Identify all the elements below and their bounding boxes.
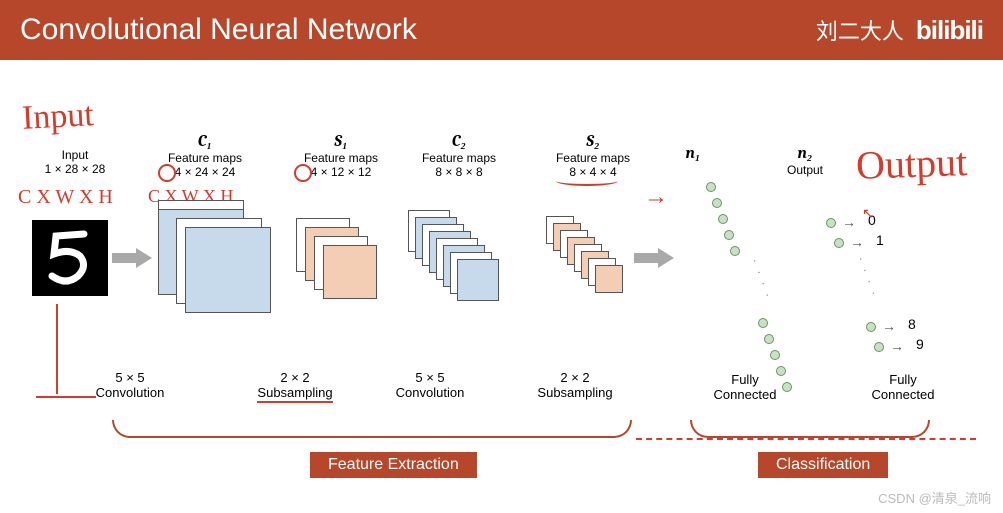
op-fc2: Fully Connected	[858, 372, 948, 402]
op-sub2-size: 2 × 2	[520, 370, 630, 385]
badge-class: Classification	[758, 452, 888, 478]
c2-name: C₂	[404, 132, 514, 151]
op-sub2: 2 × 2 Subsampling	[520, 370, 630, 400]
out-9: 9	[916, 336, 924, 352]
c2-sub: Feature maps	[404, 151, 514, 165]
op-conv1-name: Convolution	[80, 385, 180, 400]
s2-header: S₂ Feature maps 8 × 4 × 4	[538, 132, 648, 179]
op-sub1-size: 2 × 2	[240, 370, 350, 385]
page-title: Convolutional Neural Network	[20, 13, 417, 47]
n1-name: n₁	[668, 144, 718, 163]
n2-header: n₂ Output	[770, 144, 840, 177]
arrow-input-c1	[112, 248, 152, 273]
watermark: CSDN @清泉_流响	[878, 488, 991, 507]
brace-feature	[112, 420, 632, 438]
badge-feature: Feature Extraction	[310, 452, 477, 478]
s2-name: S₂	[538, 132, 648, 151]
s1-sub: Feature maps	[286, 151, 396, 165]
c2-header: C₂ Feature maps 8 × 8 × 8	[404, 132, 514, 179]
input-dims: 1 × 28 × 28	[30, 162, 120, 176]
diagram-canvas: Input C X W X H C X W X H Output Input 1…	[0, 60, 1003, 513]
hand-dash	[636, 438, 976, 440]
hand-cwh1: C X W X H	[18, 186, 113, 209]
s2-sub: Feature maps	[538, 151, 648, 165]
out-1: 1	[876, 232, 884, 248]
c2-dims: 8 × 8 × 8	[404, 165, 514, 179]
op-conv2-size: 5 × 5	[380, 370, 480, 385]
out-arrow-8: →	[882, 318, 896, 334]
n2-name: n₂	[770, 144, 840, 163]
author-name: 刘二大人	[816, 14, 904, 46]
hand-arrow-s2: →	[644, 184, 668, 211]
op-sub1: 2 × 2 Subsampling	[240, 370, 350, 403]
op-sub2-name: Subsampling	[520, 385, 630, 400]
op-conv2-name: Convolution	[380, 385, 480, 400]
platform-logo: bilibili	[916, 15, 983, 46]
out-arrow-9: →	[890, 338, 904, 354]
credits: 刘二大人 bilibili	[816, 14, 983, 46]
arrow-s2-n1	[634, 248, 674, 273]
brace-class	[690, 420, 930, 438]
op-fc1: Fully Connected	[700, 372, 790, 402]
out-arrow-1: →	[850, 234, 864, 250]
circle-c1-4	[158, 164, 176, 182]
red-underline-s2	[556, 176, 618, 186]
title-bar: Convolutional Neural Network 刘二大人 bilibi…	[0, 0, 1003, 60]
circle-s1-4	[294, 164, 312, 182]
n2-sub: Output	[770, 163, 840, 177]
c1-name: C₁	[150, 132, 260, 151]
c1-sub: Feature maps	[150, 151, 260, 165]
op-conv2: 5 × 5 Convolution	[380, 370, 480, 400]
input-header: Input 1 × 28 × 28	[30, 148, 120, 176]
hand-line-input	[56, 304, 58, 394]
op-conv1: 5 × 5 Convolution	[80, 370, 180, 400]
hand-output-label: Output	[855, 138, 968, 189]
s1-name: S₁	[286, 132, 396, 151]
hand-cursor: ↖	[862, 206, 874, 223]
hand-input-label: Input	[21, 96, 95, 138]
op-sub1-name: Subsampling	[257, 385, 332, 403]
input-image	[32, 220, 108, 296]
out-arrow-0: →	[842, 214, 856, 230]
op-conv1-size: 5 × 5	[80, 370, 180, 385]
input-name: Input	[30, 148, 120, 162]
n1-header: n₁	[668, 144, 718, 163]
out-8: 8	[908, 316, 916, 332]
